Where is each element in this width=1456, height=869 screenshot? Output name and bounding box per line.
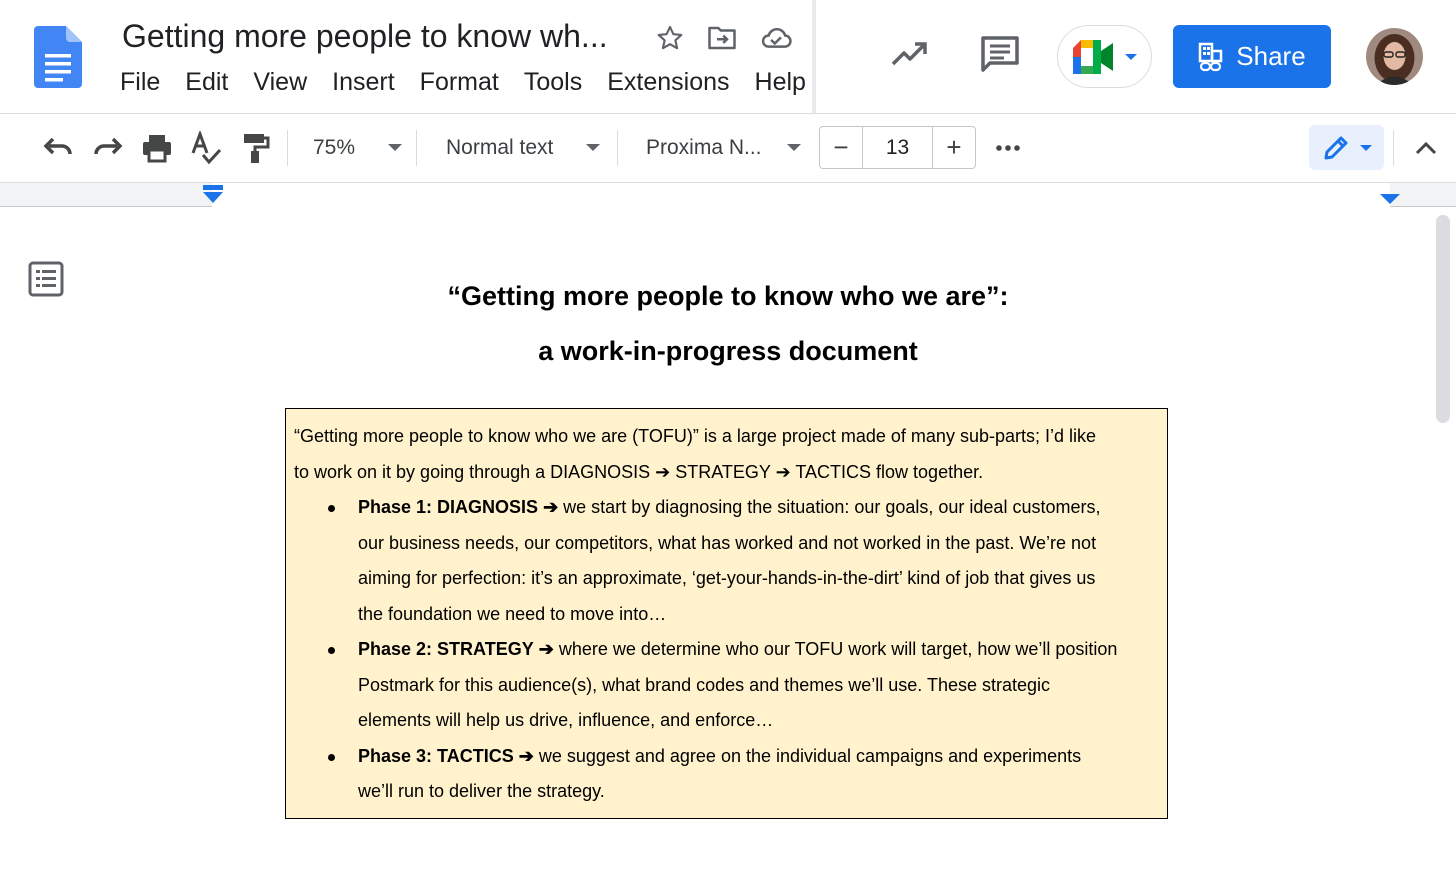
phase-text-line: aiming for perfection: it’s an approxima… [358, 568, 1096, 588]
editing-caret-icon [1359, 144, 1372, 151]
spellcheck-icon [191, 131, 222, 165]
document-title[interactable]: Getting more people to know wh... [122, 18, 608, 55]
outline-icon[interactable] [28, 261, 64, 297]
font-caret-icon [787, 144, 801, 151]
toolbar-separator [617, 130, 618, 166]
phase-text-line: where we determine who our TOFU work wil… [553, 639, 1118, 659]
toolbar-separator [287, 130, 288, 166]
arrow-icon: ➔ [543, 497, 559, 517]
menu-bar: File Edit View Insert Format Tools Exten… [120, 68, 831, 97]
spellcheck-button[interactable] [186, 128, 226, 168]
share-label: Share [1236, 41, 1306, 71]
move-to-folder-icon[interactable] [706, 22, 738, 54]
font-size-control: − 13 + [819, 126, 976, 169]
collapse-menus-button[interactable] [1406, 128, 1446, 168]
right-indent-marker-icon[interactable] [1379, 193, 1401, 205]
redo-icon [94, 137, 123, 155]
phase-text-line: elements will help us drive, influence, … [358, 710, 774, 730]
phase-text-line: we’ll run to deliver the strategy. [358, 781, 605, 801]
document-canvas: “Getting more people to know who we are”… [0, 207, 1456, 869]
undo-icon [43, 137, 72, 155]
zoom-caret-icon [388, 144, 402, 151]
paragraph-style-select[interactable]: Normal text [446, 128, 553, 168]
print-button[interactable] [137, 128, 177, 168]
menu-format[interactable]: Format [420, 68, 499, 97]
comments-icon[interactable] [978, 32, 1022, 76]
meet-caret-icon [1124, 53, 1137, 60]
paint-format-icon [244, 134, 270, 163]
bullet-icon [328, 647, 335, 654]
font-size-input[interactable]: 13 [862, 127, 933, 168]
intro-text-line: to work on it by going through a DIAGNOS… [294, 461, 984, 482]
star-icon[interactable] [654, 22, 686, 54]
toolbar-separator [416, 130, 417, 166]
phase-text-line: we start by diagnosing the situation: ou… [558, 497, 1101, 517]
more-icon [996, 145, 1020, 151]
list-item: Phase 2: STRATEGY ➔ where we determine w… [294, 632, 1159, 739]
list-item: Phase 1: DIAGNOSIS ➔ we start by diagnos… [294, 490, 1159, 632]
collapse-icon [1415, 141, 1437, 155]
share-lock-icon [1199, 42, 1223, 71]
phase-label: Phase 1: DIAGNOSIS [358, 497, 539, 517]
zoom-select[interactable]: 75% [313, 128, 355, 168]
header-divider [812, 0, 816, 114]
decrease-font-size-button[interactable]: − [820, 127, 862, 168]
bullet-icon [328, 753, 335, 761]
formatting-toolbar: 75% Normal text Proxima N... [0, 114, 1456, 182]
increase-font-size-button[interactable]: + [933, 127, 975, 168]
arrow-icon: ➔ [518, 745, 534, 766]
redo-button[interactable] [88, 128, 128, 168]
menu-extensions[interactable]: Extensions [607, 68, 729, 97]
ruler-page-area [212, 183, 1390, 207]
list-item: Phase 3: TACTICS ➔ we suggest and agree … [294, 739, 1159, 810]
intro-text-line: “Getting more people to know who we are … [294, 426, 1097, 446]
app-header: Getting more people to know wh... File E… [0, 0, 1456, 114]
font-family-value: Proxima N... [646, 136, 762, 159]
phase-label: Phase 2: STRATEGY [358, 639, 534, 659]
meet-icon [1072, 39, 1113, 74]
paint-format-button[interactable] [236, 128, 276, 168]
indent-marker-icon[interactable] [202, 185, 224, 205]
document-heading[interactable]: “Getting more people to know who we are”… [290, 281, 1166, 312]
pencil-icon [1324, 136, 1347, 159]
meet-button[interactable] [1057, 25, 1152, 88]
more-button[interactable] [988, 128, 1028, 168]
cloud-saved-icon[interactable] [760, 22, 792, 54]
arrow-icon: ➔ [538, 639, 554, 659]
toolbar-separator [1393, 130, 1394, 166]
share-button[interactable]: Share [1173, 25, 1331, 88]
avatar[interactable] [1366, 28, 1423, 85]
menu-view[interactable]: View [253, 68, 307, 97]
phase-text-line: we suggest and agree on the individual c… [533, 745, 1082, 766]
phase-text-line: the foundation we need to move into… [358, 603, 667, 624]
vertical-scrollbar[interactable] [1436, 215, 1450, 423]
paragraph-style-value: Normal text [446, 136, 554, 159]
menu-file[interactable]: File [120, 68, 160, 97]
undo-button[interactable] [38, 128, 78, 168]
menu-insert[interactable]: Insert [332, 68, 395, 97]
print-icon [143, 135, 171, 163]
phase-text-line: our business needs, our competitors, wha… [358, 532, 1097, 553]
docs-logo[interactable] [34, 26, 82, 88]
ruler [0, 182, 1456, 207]
menu-tools[interactable]: Tools [524, 68, 582, 97]
phase-text-line: Postmark for this audience(s), what bran… [358, 674, 1051, 695]
document-subheading[interactable]: a work-in-progress document [290, 336, 1166, 367]
activity-trend-icon[interactable] [888, 32, 932, 76]
style-caret-icon [586, 144, 600, 151]
font-family-select[interactable]: Proxima N... [646, 128, 762, 168]
editing-mode-button[interactable] [1309, 125, 1384, 170]
menu-edit[interactable]: Edit [185, 68, 228, 97]
bullet-icon [328, 505, 335, 512]
zoom-value: 75% [313, 136, 356, 159]
phase-label: Phase 3: TACTICS [358, 745, 514, 766]
callout-box[interactable]: “Getting more people to know who we are … [285, 408, 1168, 819]
menu-help[interactable]: Help [755, 68, 806, 97]
